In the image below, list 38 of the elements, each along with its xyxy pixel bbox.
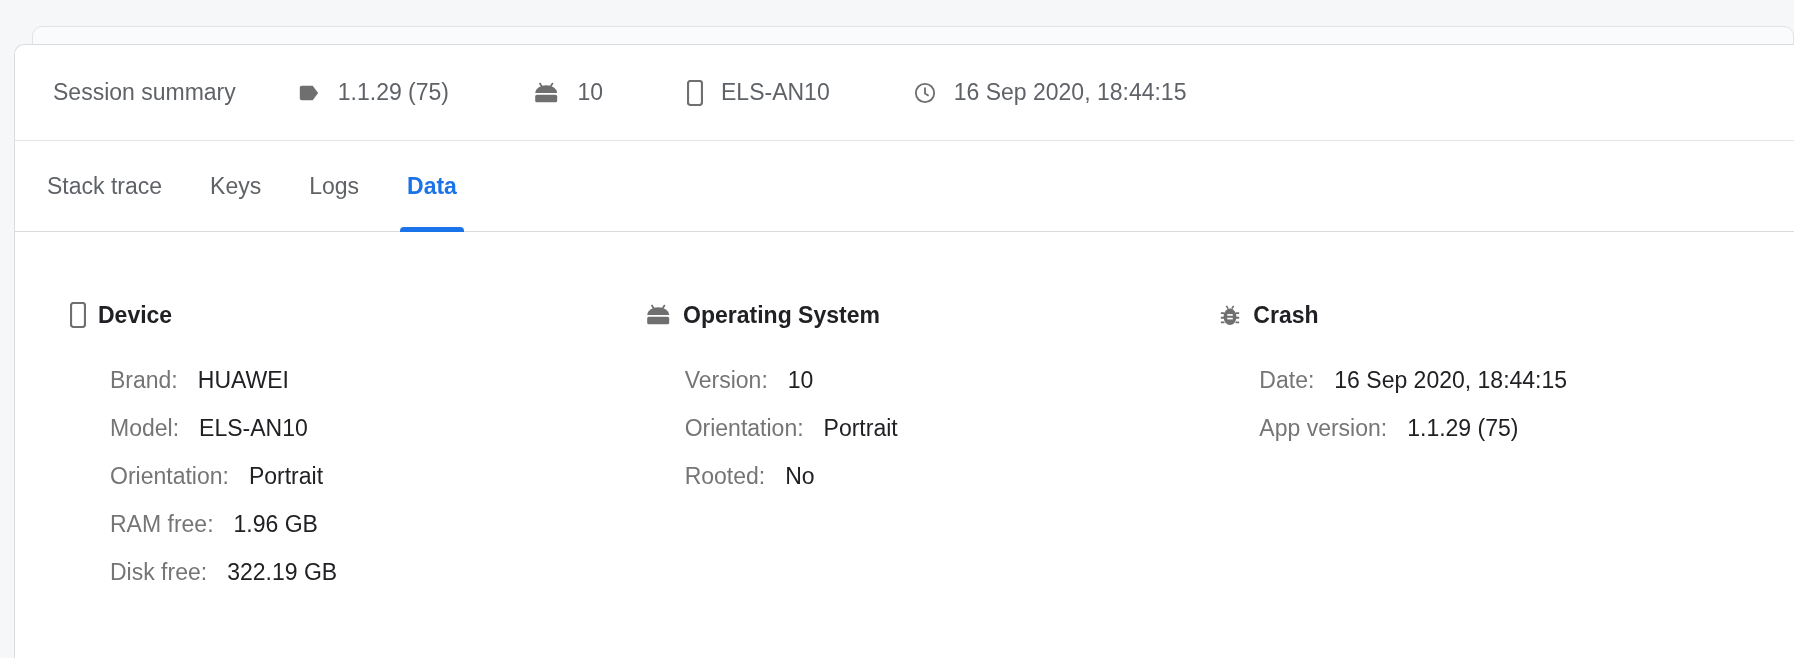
field-value: 16 Sep 2020, 18:44:15 bbox=[1334, 366, 1568, 396]
android-icon bbox=[644, 304, 672, 327]
summary-title: Session summary bbox=[53, 78, 236, 108]
summary-value: 10 bbox=[577, 78, 603, 108]
phone-icon bbox=[70, 302, 86, 329]
clock-icon bbox=[913, 81, 936, 104]
summary-value: 1.1.29 (75) bbox=[337, 78, 450, 108]
field-label: Version: bbox=[684, 366, 768, 396]
field-value: 1.96 GB bbox=[233, 510, 318, 540]
field-value: HUAWEI bbox=[197, 366, 289, 396]
summary-value: 16 Sep 2020, 18:44:15 bbox=[953, 78, 1187, 108]
field-label: Orientation: bbox=[110, 462, 229, 492]
field-value: No bbox=[785, 462, 815, 492]
bug-icon bbox=[1219, 304, 1242, 327]
section-title: Device bbox=[98, 301, 173, 330]
tab[interactable]: Logs bbox=[302, 141, 367, 231]
section-title: Crash bbox=[1253, 301, 1319, 330]
section-title: Operating System bbox=[683, 301, 880, 330]
field-label: App version: bbox=[1259, 414, 1388, 444]
field-value: 10 bbox=[787, 366, 814, 396]
field-label: Model: bbox=[110, 414, 180, 444]
field-label: RAM free: bbox=[110, 510, 214, 540]
phone-icon bbox=[687, 79, 703, 106]
field-value: 1.1.29 (75) bbox=[1407, 414, 1519, 444]
tab[interactable]: Data bbox=[400, 141, 464, 231]
field-value: Portrait bbox=[248, 462, 324, 492]
field-label: Orientation: bbox=[684, 414, 804, 444]
field-label: Disk free: bbox=[110, 558, 208, 588]
tab[interactable]: Stack trace bbox=[40, 141, 170, 231]
tab[interactable]: Keys bbox=[203, 141, 269, 231]
field-value: 322.19 GB bbox=[227, 558, 338, 588]
field-label: Rooted: bbox=[684, 462, 766, 492]
android-icon bbox=[533, 81, 560, 104]
field-value: ELS-AN10 bbox=[199, 414, 308, 444]
field-label: Date: bbox=[1259, 366, 1315, 396]
field-value: Portrait bbox=[823, 414, 898, 444]
summary-value: ELS-AN10 bbox=[721, 78, 830, 108]
field-label: Brand: bbox=[110, 366, 178, 396]
